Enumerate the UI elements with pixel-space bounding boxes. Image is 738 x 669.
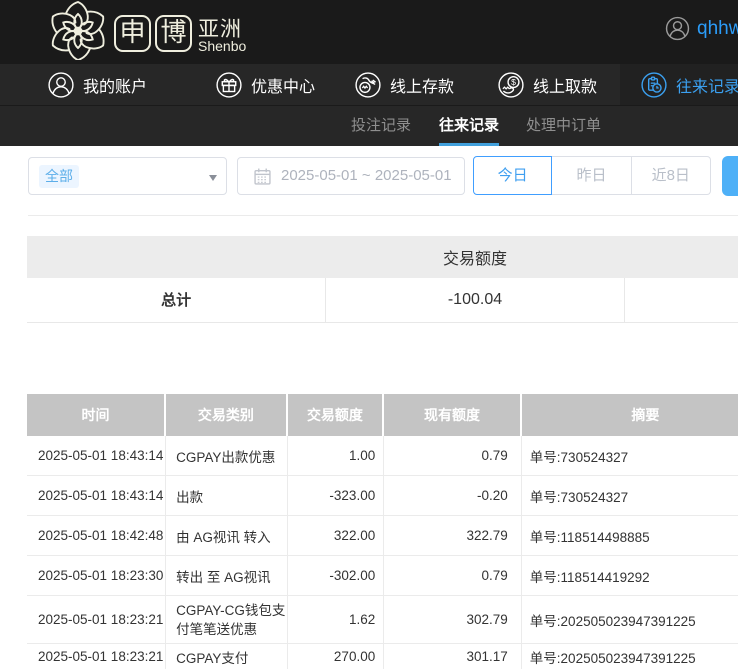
svg-text:$: $ [511, 77, 516, 87]
